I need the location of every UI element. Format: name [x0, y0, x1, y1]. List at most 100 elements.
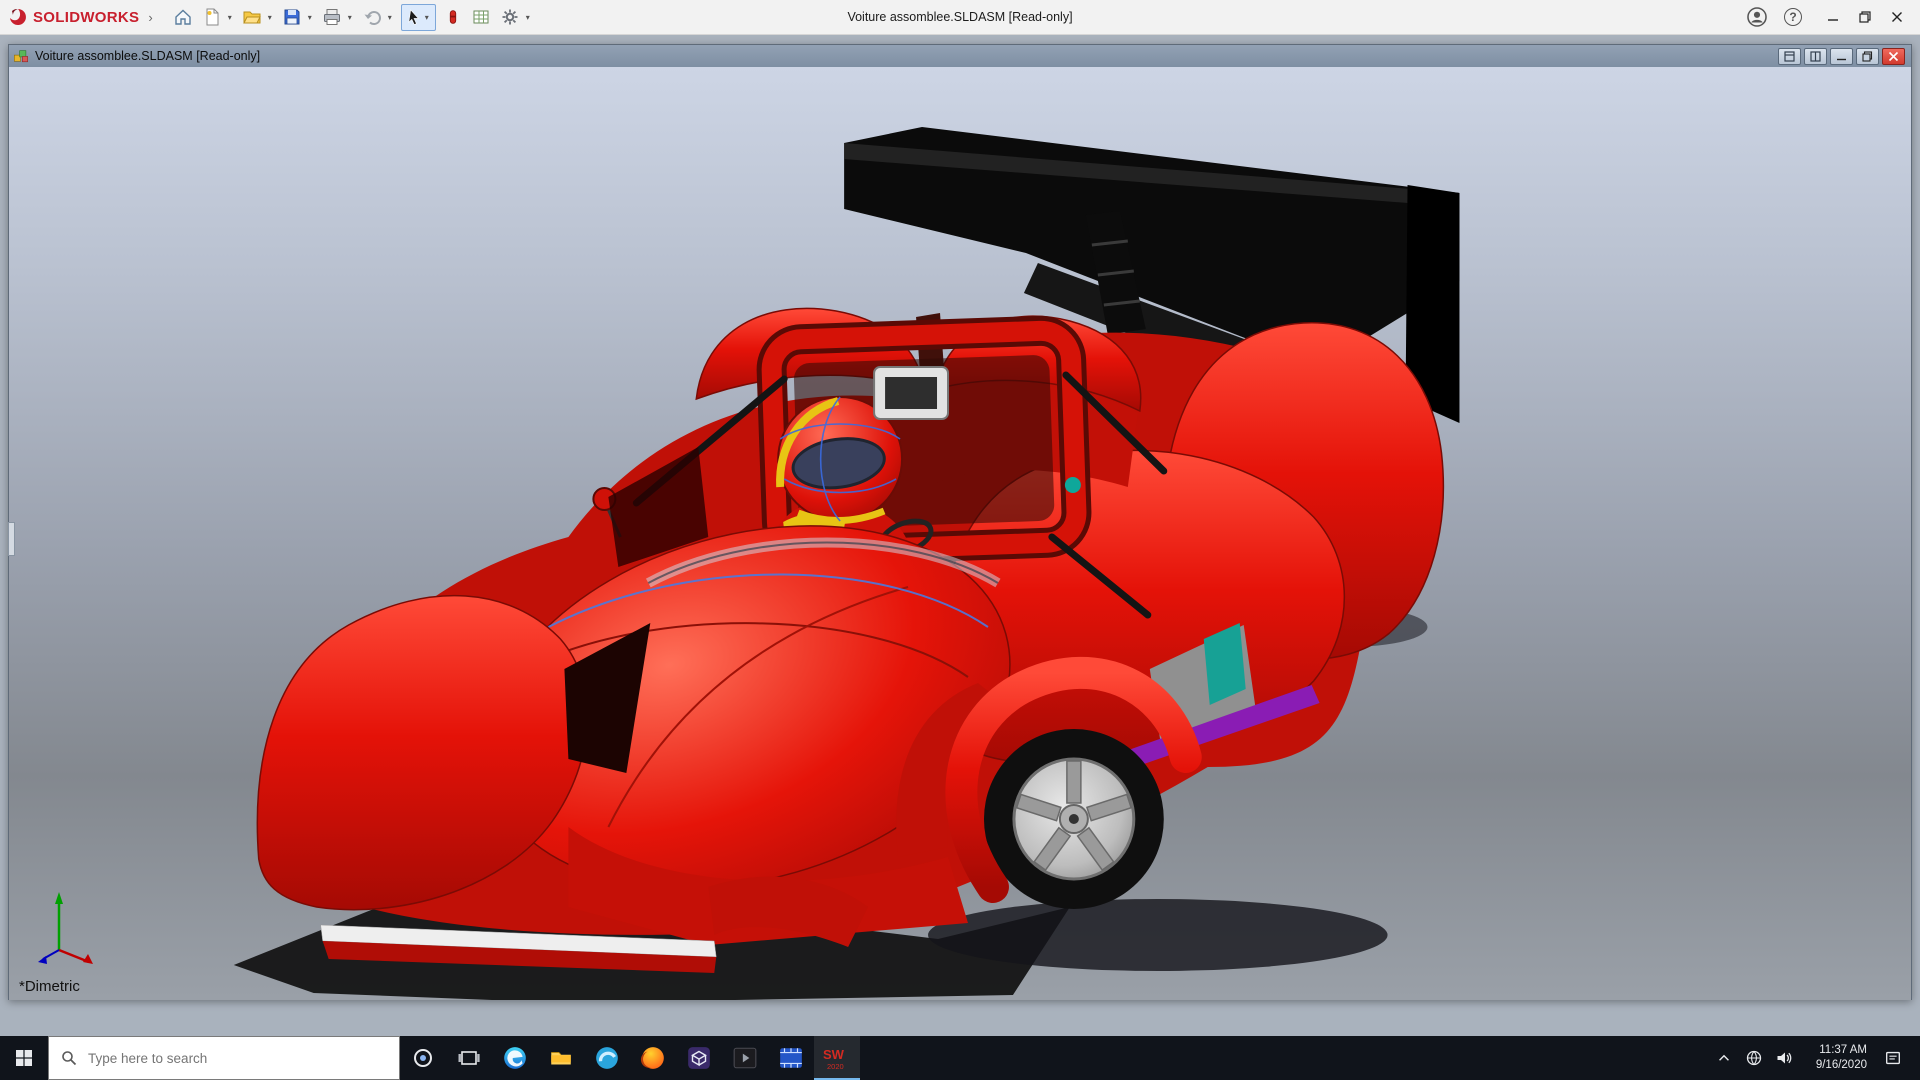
windows-logo-icon — [15, 1049, 33, 1067]
undo-button[interactable] — [359, 4, 385, 31]
file-explorer-button[interactable] — [538, 1036, 584, 1080]
search-icon — [61, 1050, 77, 1066]
start-button[interactable] — [0, 1036, 48, 1080]
apply-scene-icon — [444, 7, 462, 27]
pane-icon — [1784, 51, 1795, 62]
edge-browser-button[interactable] — [492, 1036, 538, 1080]
doc-restore-button[interactable] — [1856, 48, 1879, 65]
doc-tool-button-1[interactable] — [1778, 48, 1801, 65]
network-button[interactable] — [1739, 1036, 1769, 1080]
print-dropdown[interactable]: ▾ — [348, 13, 352, 22]
select-cursor-icon — [405, 8, 424, 27]
orientation-triad — [31, 888, 103, 974]
app-title: Voiture assomblee.SLDASM [Read-only] — [847, 0, 1072, 35]
round-browser-icon — [594, 1045, 620, 1071]
split-pane-icon — [1810, 51, 1821, 62]
minimize-button[interactable] — [1818, 4, 1848, 31]
new-document-icon — [202, 7, 222, 27]
ds-logo-icon — [8, 8, 28, 26]
minimize-icon — [1827, 11, 1839, 23]
video-app-icon — [778, 1045, 804, 1071]
assembly-document-icon — [13, 48, 29, 64]
print-button[interactable] — [319, 4, 345, 31]
print-icon — [322, 7, 342, 27]
notification-center-button[interactable] — [1873, 1036, 1913, 1080]
account-icon[interactable] — [1746, 6, 1768, 28]
volume-icon — [1775, 1049, 1793, 1067]
document-titlebar[interactable]: Voiture assomblee.SLDASM [Read-only] — [9, 45, 1911, 67]
doc-close-icon — [1888, 51, 1899, 62]
select-tool-button[interactable] — [404, 4, 425, 31]
taskbar-clock[interactable]: 11:37 AM 9/16/2020 — [1799, 1043, 1873, 1073]
solidworks-logo: SOLIDWORKS › — [8, 8, 153, 26]
taskbar-search[interactable] — [48, 1036, 400, 1080]
svg-text:SW: SW — [823, 1047, 845, 1062]
undo-icon — [362, 7, 382, 27]
edge-icon — [502, 1045, 528, 1071]
select-tool-dropdown[interactable]: ▾ — [425, 13, 429, 22]
video-app-button[interactable] — [768, 1036, 814, 1080]
select-tool-group: ▾ — [401, 4, 436, 31]
file-explorer-icon — [548, 1045, 574, 1071]
volume-button[interactable] — [1769, 1036, 1799, 1080]
home-icon — [173, 7, 193, 27]
new-document-button[interactable] — [199, 4, 225, 31]
desktop: SOLIDWORKS › ▾ ▾ — [0, 0, 1920, 1080]
search-input[interactable] — [86, 1050, 366, 1067]
save-icon — [282, 7, 302, 27]
brand-name: SOLIDWORKS — [33, 9, 139, 26]
browser-round-button[interactable] — [584, 1036, 630, 1080]
options-gear-icon — [500, 7, 520, 27]
document-title: Voiture assomblee.SLDASM [Read-only] — [35, 49, 260, 63]
restore-icon — [1859, 11, 1871, 23]
chevron-up-icon — [1716, 1050, 1732, 1066]
open-folder-icon — [242, 7, 262, 27]
options-dropdown[interactable]: ▾ — [526, 13, 530, 22]
view-orientation-label: *Dimetric — [19, 978, 80, 995]
solidworks-app-icon: SW 2020 — [821, 1044, 853, 1072]
apply-scene-button[interactable] — [441, 4, 465, 31]
doc-restore-icon — [1862, 51, 1873, 62]
undo-dropdown[interactable]: ▾ — [388, 13, 392, 22]
task-view-icon — [457, 1046, 481, 1070]
doc-tool-button-2[interactable] — [1804, 48, 1827, 65]
open-dropdown[interactable]: ▾ — [268, 13, 272, 22]
network-globe-icon — [1745, 1049, 1763, 1067]
tray-expand-button[interactable] — [1709, 1036, 1739, 1080]
notification-icon — [1884, 1049, 1902, 1067]
cortana-icon — [412, 1047, 434, 1069]
close-icon — [1891, 11, 1903, 23]
clock-date: 9/16/2020 — [1799, 1058, 1867, 1073]
doc-close-button[interactable] — [1882, 48, 1905, 65]
cube-app-button[interactable] — [676, 1036, 722, 1080]
open-button[interactable] — [239, 4, 265, 31]
restore-button[interactable] — [1850, 4, 1880, 31]
new-document-dropdown[interactable]: ▾ — [228, 13, 232, 22]
media-app-icon — [732, 1045, 758, 1071]
evaluate-button[interactable] — [468, 4, 494, 31]
document-window: Voiture assomblee.SLDASM [Read-only] — [8, 44, 1912, 1000]
app-titlebar: SOLIDWORKS › ▾ ▾ — [0, 0, 1920, 35]
solidworks-taskbar-button[interactable]: SW 2020 — [814, 1036, 860, 1080]
task-view-button[interactable] — [446, 1036, 492, 1080]
options-button[interactable] — [497, 4, 523, 31]
save-dropdown[interactable]: ▾ — [308, 13, 312, 22]
home-button[interactable] — [170, 4, 196, 31]
doc-minimize-icon — [1836, 51, 1847, 62]
cube-app-icon — [686, 1045, 712, 1071]
cortana-button[interactable] — [400, 1036, 446, 1080]
car-model-render — [9, 67, 1911, 1000]
media-app-button[interactable] — [722, 1036, 768, 1080]
close-button[interactable] — [1882, 4, 1912, 31]
taskbar: SW 2020 — [0, 1036, 1920, 1080]
firefox-button[interactable] — [630, 1036, 676, 1080]
viewport-resize-handle[interactable] — [8, 522, 15, 556]
brand-expand-arrow[interactable]: › — [148, 10, 152, 25]
help-icon[interactable]: ? — [1784, 8, 1802, 26]
clock-time: 11:37 AM — [1799, 1043, 1867, 1058]
doc-minimize-button[interactable] — [1830, 48, 1853, 65]
save-button[interactable] — [279, 4, 305, 31]
viewport[interactable]: *Dimetric — [9, 67, 1911, 1000]
firefox-icon — [640, 1045, 666, 1071]
svg-text:2020: 2020 — [827, 1062, 844, 1071]
